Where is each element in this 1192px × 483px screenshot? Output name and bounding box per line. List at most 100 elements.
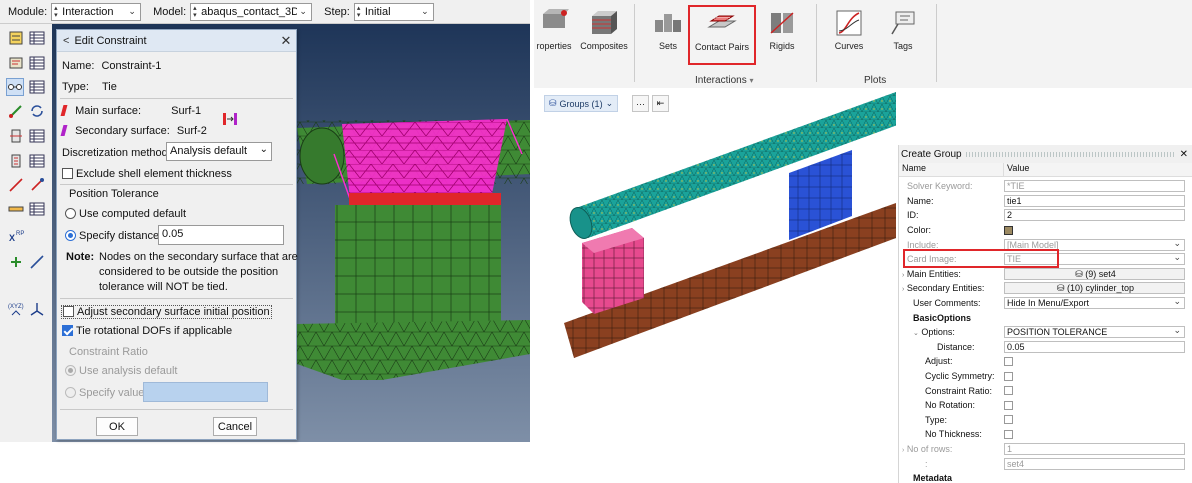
adjust-row[interactable]: Adjust secondary surface initial positio… xyxy=(61,305,272,319)
create-connector-icon[interactable] xyxy=(7,102,25,120)
use-analysis-default-radio[interactable] xyxy=(65,365,76,376)
use-computed-default-label: Use computed default xyxy=(79,208,187,220)
color-swatch[interactable] xyxy=(1004,225,1013,235)
row-name: Solver Keyword: xyxy=(907,181,973,192)
step-select[interactable]: ▴ ▾ Initial ⌄ xyxy=(353,2,434,21)
composites-label: Composites xyxy=(580,41,628,51)
no-thickness-checkbox[interactable] xyxy=(1004,429,1013,439)
close-icon[interactable]: ✕ xyxy=(1180,149,1192,160)
specify-value-row[interactable]: Specify value xyxy=(65,387,144,399)
tags-tool[interactable]: Tags xyxy=(884,8,922,51)
row-basic-options: BasicOptions xyxy=(899,310,1191,325)
row-id: ID: 2 xyxy=(899,208,1191,223)
refresh-icon[interactable] xyxy=(28,102,46,120)
abaqus-window: Module: ▴ ▾ Interaction ⌄ Model: ▴ ▾ abaqu… xyxy=(0,0,530,483)
cyclic-symmetry-checkbox[interactable] xyxy=(1004,371,1013,381)
section-manager-icon[interactable] xyxy=(28,152,46,170)
groups-dropdown[interactable]: ⛁ Groups (1) ⌄ xyxy=(544,95,619,112)
property-manager-icon[interactable] xyxy=(28,54,46,72)
row-name: User Comments: xyxy=(913,298,981,309)
rigids-tool[interactable]: Rigids xyxy=(760,8,804,51)
row-name: ID: xyxy=(907,210,919,221)
model-select[interactable]: ▴ ▾ abaqus_contact_3D ⌄ xyxy=(190,2,313,21)
no-rotation-checkbox[interactable] xyxy=(1004,400,1013,410)
create-fastener-icon[interactable] xyxy=(7,200,25,218)
use-computed-default-row[interactable]: Use computed default xyxy=(65,208,186,220)
specify-value-radio[interactable] xyxy=(65,387,76,398)
datum-point-icon[interactable]: (XYZ) xyxy=(7,300,25,318)
use-computed-default-radio[interactable] xyxy=(65,208,76,219)
row-constraint-ratio: Constraint Ratio: xyxy=(899,383,1191,398)
model-value: abaqus_contact_3D xyxy=(201,5,298,18)
more-options-button[interactable]: ··· xyxy=(632,95,649,112)
interaction-manager-icon[interactable] xyxy=(28,29,46,47)
specify-distance-radio[interactable] xyxy=(65,230,76,241)
secondary-entities-field[interactable]: ⛁ (10) cylinder_top xyxy=(1004,282,1185,295)
create-interaction-icon[interactable] xyxy=(7,29,25,47)
type-row: Type: Tie xyxy=(62,81,117,93)
create-group-header: Name Value xyxy=(899,163,1192,177)
options-select[interactable]: POSITION TOLERANCE xyxy=(1004,325,1185,339)
row-name: Color: xyxy=(907,225,932,236)
create-property-icon[interactable] xyxy=(7,54,25,72)
row-name: › Main Entities: xyxy=(902,268,961,279)
datum-csys-icon[interactable] xyxy=(28,300,46,318)
contact-pairs-icon xyxy=(707,9,737,39)
constraint-ratio-checkbox[interactable] xyxy=(1004,386,1013,396)
sets-tool[interactable]: Sets xyxy=(649,8,687,51)
tie-rot-checkbox[interactable] xyxy=(62,325,73,336)
drag-grip[interactable] xyxy=(965,151,1176,157)
type-label: Type: xyxy=(62,81,89,93)
specify-value-input[interactable] xyxy=(143,382,268,402)
swap-surfaces-icon[interactable] xyxy=(221,110,239,128)
adjust-checkbox[interactable] xyxy=(63,306,74,317)
distance-input[interactable]: 0.05 xyxy=(158,225,284,245)
composites-tool[interactable]: Composites xyxy=(578,8,630,51)
module-select[interactable]: ▴ ▾ Interaction ⌄ xyxy=(51,2,142,21)
chevron-down-icon: ▾ xyxy=(749,76,754,85)
composites-icon xyxy=(589,8,619,38)
create-constraint-icon[interactable] xyxy=(6,78,24,96)
use-analysis-default-row[interactable]: Use analysis default xyxy=(65,365,177,377)
cancel-button[interactable]: Cancel xyxy=(213,417,257,436)
empty-area xyxy=(0,442,530,483)
line-tool-icon[interactable] xyxy=(7,176,25,194)
close-icon[interactable]: ✕ xyxy=(276,33,296,49)
contact-pairs-label: Contact Pairs xyxy=(694,42,750,52)
dialog-title: Edit Constraint xyxy=(74,34,147,47)
contact-pairs-tool[interactable]: Contact Pairs xyxy=(688,5,756,65)
hypermesh-viewport[interactable] xyxy=(534,80,944,483)
use-analysis-default-label: Use analysis default xyxy=(79,365,178,377)
distance-field[interactable]: 0.05 xyxy=(1004,340,1185,353)
adjust-checkbox[interactable] xyxy=(1004,356,1013,366)
id-input[interactable]: 2 xyxy=(1004,209,1185,222)
properties-tool[interactable]: roperties xyxy=(534,8,574,51)
constraint-manager-icon[interactable] xyxy=(28,78,46,96)
groups-icon: ⛁ xyxy=(549,98,557,108)
separator xyxy=(634,4,635,82)
user-comments-select[interactable]: Hide In Menu/Export xyxy=(1004,296,1185,310)
add-datum-icon[interactable] xyxy=(7,253,25,271)
exclude-shell-row[interactable]: Exclude shell element thickness xyxy=(62,168,232,180)
curves-tool[interactable]: Curves xyxy=(829,8,869,51)
fastener-manager-icon[interactable] xyxy=(28,200,46,218)
main-surface-row: Main surface: Surf-1 xyxy=(60,105,201,117)
pick-tool-icon[interactable] xyxy=(28,176,46,194)
main-entities-field[interactable]: ⛁ (9) set4 xyxy=(1004,267,1185,280)
ok-button[interactable]: OK xyxy=(96,417,138,436)
create-section-icon[interactable] xyxy=(7,152,25,170)
reference-point-icon[interactable]: X RP xyxy=(7,226,25,244)
spin-icon: ▴ ▾ xyxy=(356,4,361,19)
exclude-shell-checkbox[interactable] xyxy=(62,168,73,179)
collapse-button[interactable]: ⇤ xyxy=(652,95,669,112)
discretization-select[interactable]: Analysis default ⌄ xyxy=(166,142,272,161)
type-checkbox[interactable] xyxy=(1004,415,1013,425)
datum-axis-icon[interactable] xyxy=(28,253,46,271)
discretization-value: Analysis default xyxy=(170,145,248,157)
hypermesh-model-render xyxy=(564,80,944,358)
wire-manager-icon[interactable] xyxy=(28,127,46,145)
tie-rot-row[interactable]: Tie rotational DOFs if applicable xyxy=(62,325,232,337)
group-name-input[interactable]: tie1 xyxy=(1004,194,1185,207)
specify-distance-row[interactable]: Specify distance: xyxy=(65,230,162,242)
create-wire-icon[interactable] xyxy=(7,127,25,145)
